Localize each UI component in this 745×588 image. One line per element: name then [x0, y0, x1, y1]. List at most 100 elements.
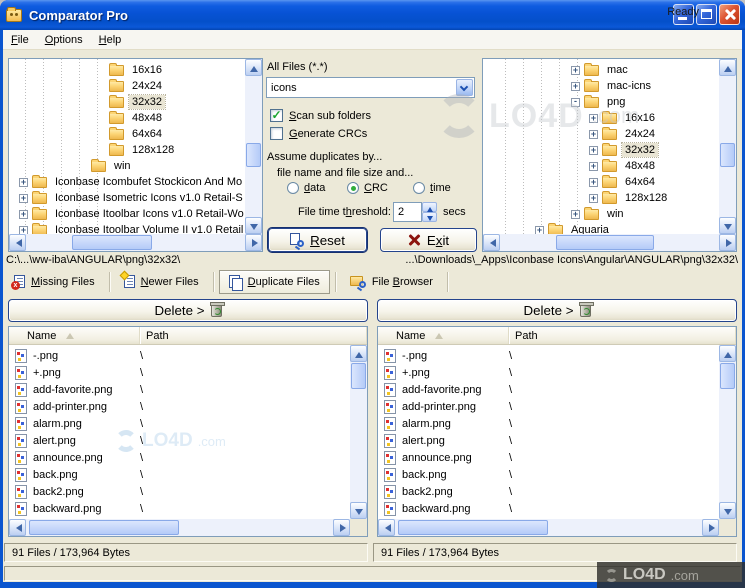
list-item[interactable]: +.png \ [378, 364, 719, 381]
tree-item[interactable]: 24x24 [483, 126, 719, 142]
scroll-right-icon[interactable] [333, 519, 350, 536]
expand-plus-icon[interactable] [571, 81, 580, 91]
tree-item[interactable]: 48x48 [9, 110, 245, 126]
delete-right-button[interactable]: Delete > [377, 299, 737, 322]
list-item[interactable]: add-favorite.png \ [9, 381, 350, 398]
tree-item[interactable]: 24x24 [9, 78, 245, 94]
tree-item[interactable]: mac-icns [483, 78, 719, 94]
scroll-right-icon[interactable] [719, 234, 736, 251]
scroll-left-icon[interactable] [483, 234, 500, 251]
close-button[interactable] [719, 4, 740, 25]
tree-item[interactable]: 128x128 [483, 190, 719, 206]
tab-file-browser[interactable]: File Browser [341, 271, 442, 292]
tree-item-selected[interactable]: 32x32 [483, 142, 719, 158]
list-item[interactable]: -.png \ [9, 347, 350, 364]
tab-newer-files[interactable]: Newer Files [115, 270, 208, 292]
spinner-down-icon[interactable] [422, 212, 437, 222]
expand-plus-icon[interactable] [19, 209, 28, 219]
scroll-up-icon[interactable] [719, 59, 736, 76]
expand-plus-icon[interactable] [589, 145, 598, 155]
expand-plus-icon[interactable] [571, 65, 580, 75]
radio-icon[interactable] [413, 182, 425, 194]
tree-item[interactable]: Iconbase Itoolbar Volume II v1.0 Retail [9, 222, 245, 234]
scroll-up-icon[interactable] [350, 345, 367, 362]
list-item[interactable]: backward.png \ [378, 500, 719, 517]
expand-plus-icon[interactable] [535, 225, 544, 234]
scroll-left-icon[interactable] [9, 234, 26, 251]
scroll-left-icon[interactable] [378, 519, 395, 536]
scroll-down-icon[interactable] [245, 217, 262, 234]
tab-duplicate-files[interactable]: Duplicate Files [218, 269, 330, 294]
tab-missing-files[interactable]: x Missing Files [5, 271, 104, 292]
expand-plus-icon[interactable] [571, 209, 580, 219]
list-item[interactable]: alarm.png \ [378, 415, 719, 432]
scan-subfolders-checkbox[interactable]: Scan sub folders [270, 109, 371, 122]
horizontal-scrollbar[interactable] [9, 234, 262, 251]
expand-plus-icon[interactable] [589, 129, 598, 139]
list-item[interactable]: back.png \ [9, 466, 350, 483]
scroll-thumb[interactable] [29, 520, 179, 535]
tree-item[interactable]: 64x64 [483, 174, 719, 190]
scroll-down-icon[interactable] [350, 502, 367, 519]
scroll-right-icon[interactable] [702, 519, 719, 536]
tree-item[interactable]: win [9, 158, 245, 174]
column-header-path[interactable]: Path [509, 327, 736, 344]
title-bar[interactable]: Comparator Pro [0, 0, 745, 30]
scroll-thumb[interactable] [351, 363, 366, 389]
radio-icon[interactable] [287, 182, 299, 194]
list-item[interactable]: back2.png \ [378, 483, 719, 500]
radio-data[interactable]: data [287, 182, 325, 194]
scroll-thumb[interactable] [556, 235, 654, 250]
vertical-scrollbar[interactable] [245, 59, 262, 234]
scroll-left-icon[interactable] [9, 519, 26, 536]
expand-plus-icon[interactable] [589, 113, 598, 123]
exit-button[interactable]: Exit [380, 228, 477, 252]
scroll-thumb[interactable] [72, 235, 152, 250]
list-item[interactable]: add-favorite.png \ [378, 381, 719, 398]
menu-file[interactable]: File [3, 31, 37, 49]
expand-plus-icon[interactable] [19, 177, 28, 187]
tree-item[interactable]: win [483, 206, 719, 222]
tree-item[interactable]: 16x16 [9, 62, 245, 78]
tree-item[interactable]: Iconbase Isometric Icons v1.0 Retail-S [9, 190, 245, 206]
reset-button[interactable]: Reset [268, 228, 367, 252]
checkbox-unchecked-icon[interactable] [270, 127, 283, 140]
tree-item[interactable]: 48x48 [483, 158, 719, 174]
scroll-right-icon[interactable] [245, 234, 262, 251]
scroll-up-icon[interactable] [719, 345, 736, 362]
vertical-scrollbar[interactable] [719, 345, 736, 519]
threshold-spinner[interactable] [422, 202, 437, 222]
list-item[interactable]: +.png \ [9, 364, 350, 381]
horizontal-scrollbar[interactable] [378, 519, 719, 536]
tree-item[interactable]: 16x16 [483, 110, 719, 126]
scroll-thumb[interactable] [720, 143, 735, 167]
tree-item[interactable]: 128x128 [9, 142, 245, 158]
column-header-name[interactable]: Name [378, 327, 509, 344]
list-item[interactable]: announce.png \ [9, 449, 350, 466]
menu-options[interactable]: Options [37, 31, 91, 49]
filter-combobox[interactable]: icons [266, 77, 475, 98]
expand-plus-icon[interactable] [589, 193, 598, 203]
list-item[interactable]: alarm.png \ [9, 415, 350, 432]
scroll-down-icon[interactable] [719, 502, 736, 519]
tree-item[interactable]: Iconbase Icombufet Stockicon And Mo [9, 174, 245, 190]
list-item[interactable]: alert.png \ [9, 432, 350, 449]
scroll-thumb[interactable] [720, 363, 735, 389]
tree-item[interactable]: png [483, 94, 719, 110]
tree-item[interactable]: 64x64 [9, 126, 245, 142]
horizontal-scrollbar[interactable] [483, 234, 736, 251]
scroll-up-icon[interactable] [245, 59, 262, 76]
menu-help[interactable]: Help [91, 31, 130, 49]
expand-plus-icon[interactable] [19, 193, 28, 203]
threshold-input[interactable]: 2 [393, 202, 422, 222]
radio-time[interactable]: time [413, 182, 451, 194]
expand-plus-icon[interactable] [589, 177, 598, 187]
list-item[interactable]: alert.png \ [378, 432, 719, 449]
collapse-minus-icon[interactable] [571, 97, 580, 107]
expand-plus-icon[interactable] [589, 161, 598, 171]
delete-left-button[interactable]: Delete > [8, 299, 368, 322]
list-item[interactable]: -.png \ [378, 347, 719, 364]
list-item[interactable]: add-printer.png \ [378, 398, 719, 415]
list-item[interactable]: backward.png \ [9, 500, 350, 517]
expand-plus-icon[interactable] [19, 225, 28, 234]
